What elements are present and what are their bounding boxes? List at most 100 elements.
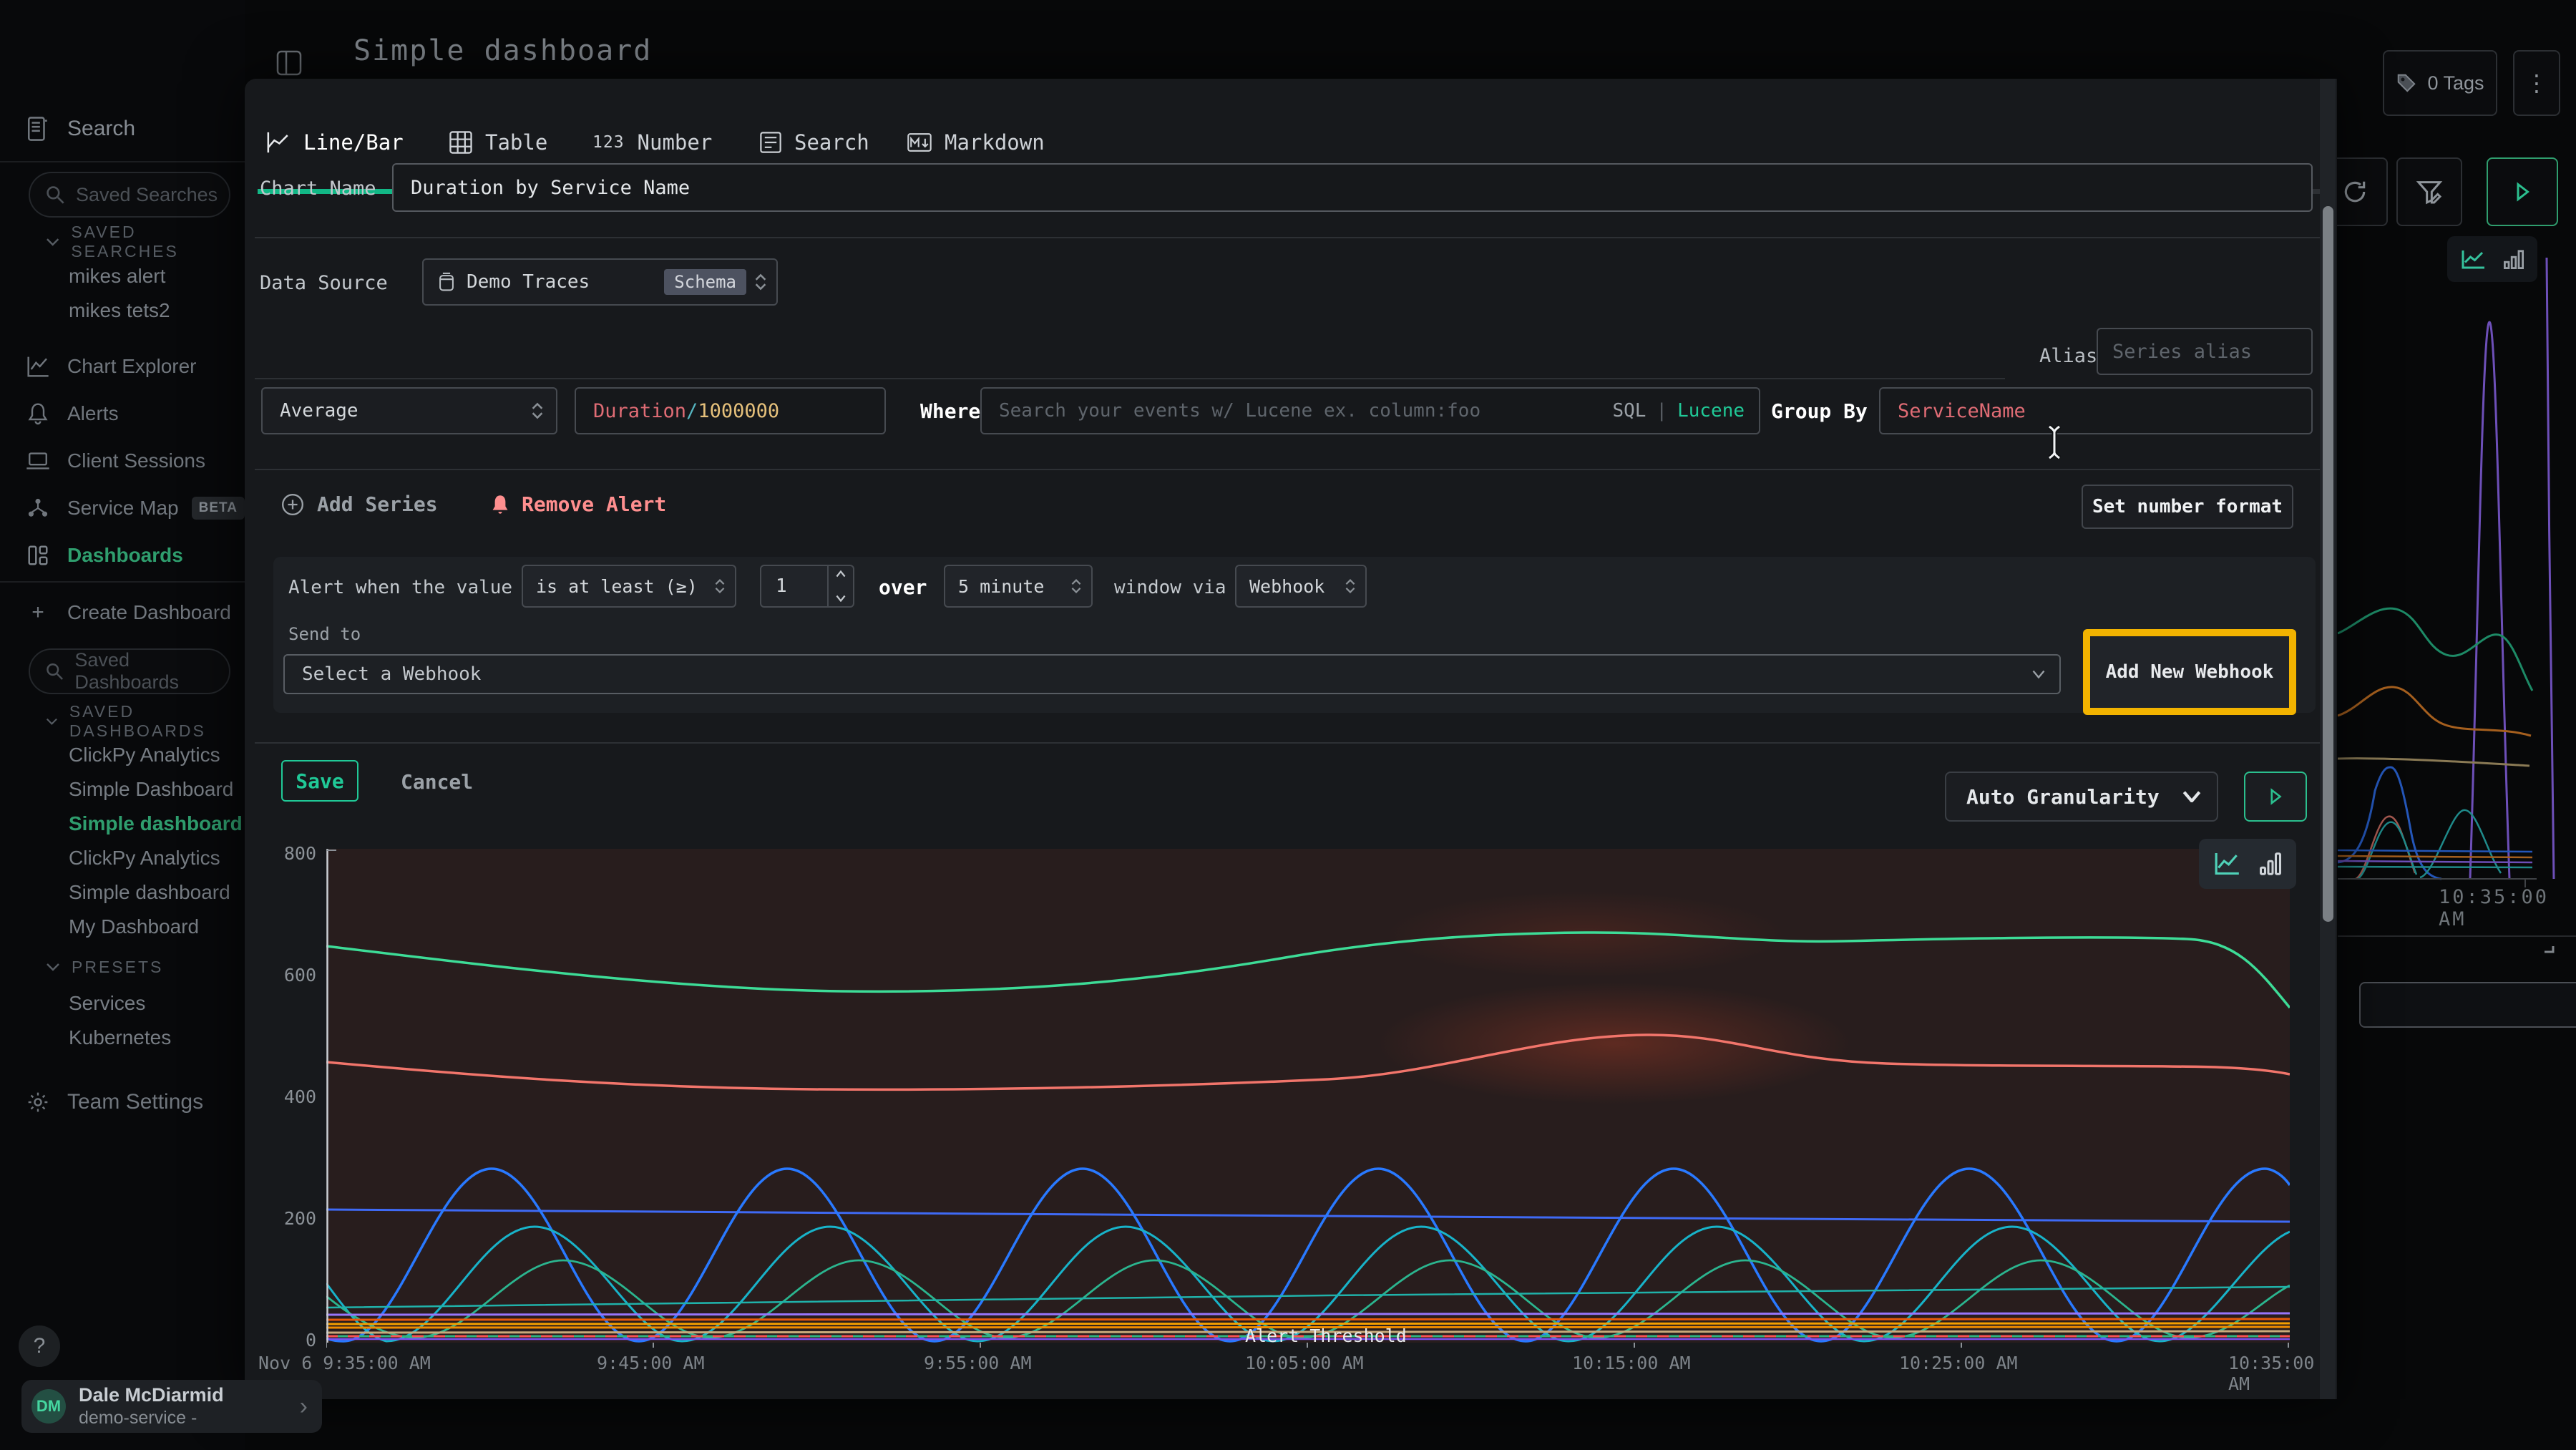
alias-input[interactable]: Series alias <box>2097 328 2313 375</box>
cancel-button[interactable]: Cancel <box>401 770 473 794</box>
saved-dashboard-item[interactable]: ClickPy Analytics <box>69 739 220 771</box>
table-icon <box>449 131 472 154</box>
saved-dashboard-item[interactable]: ClickPy Analytics <box>69 842 220 874</box>
alert-channel-select[interactable]: Webhook <box>1235 565 1367 608</box>
y-tick: 0 <box>266 1330 316 1351</box>
dashboards-icon <box>26 545 50 566</box>
number-spinner[interactable] <box>827 566 853 606</box>
saved-searches-header[interactable]: SAVED SEARCHES <box>46 229 245 255</box>
filter-button[interactable] <box>2396 157 2462 226</box>
saved-dashboards-header[interactable]: SAVED DASHBOARDS <box>46 709 245 734</box>
add-webhook-highlight[interactable]: Add New Webhook <box>2083 629 2296 715</box>
refresh-icon <box>2341 178 2368 205</box>
beta-badge: BETA <box>192 497 245 520</box>
sidebar-item-dashboards[interactable]: Dashboards <box>0 538 245 573</box>
resize-handle-icon[interactable] <box>2542 943 2556 956</box>
plus-circle-icon <box>281 493 304 516</box>
tab-number[interactable]: 123 Number <box>592 130 712 155</box>
x-tick: 9:45:00 AM <box>597 1353 705 1373</box>
saved-search-item[interactable]: mikes tets2 <box>69 295 170 326</box>
run-chart-button[interactable] <box>2244 772 2307 822</box>
alert-preview-chart[interactable] <box>326 849 2290 1348</box>
send-to-label: Send to <box>288 624 361 644</box>
saved-dashboard-item[interactable]: My Dashboard <box>69 911 199 943</box>
search-list-icon <box>760 132 781 153</box>
webhook-select[interactable]: Select a Webhook <box>283 654 2061 694</box>
kebab-menu-button[interactable]: ⋮ <box>2513 50 2560 116</box>
chevron-right-icon: › <box>300 1393 308 1421</box>
y-tick: 600 <box>266 965 316 986</box>
y-tick: 400 <box>266 1086 316 1107</box>
preset-item[interactable]: Kubernetes <box>69 1022 171 1054</box>
page-title: Simple dashboard <box>353 34 652 67</box>
user-chip[interactable]: DM Dale McDiarmid demo-service - › <box>21 1380 322 1433</box>
aggregation-select[interactable]: Average <box>261 387 557 434</box>
granularity-select[interactable]: Auto Granularity <box>1945 772 2218 822</box>
sidebar-item-search[interactable]: Search <box>0 112 245 146</box>
spinner-down-icon <box>836 595 846 602</box>
bell-icon <box>26 402 50 425</box>
tab-line-bar[interactable]: Line/Bar <box>266 130 404 155</box>
alert-bell-icon <box>490 493 510 516</box>
create-dashboard-button[interactable]: + Create Dashboard <box>0 595 245 630</box>
saved-dashboard-item[interactable]: Simple dashboard <box>69 877 230 908</box>
tab-markdown[interactable]: Markdown <box>907 130 1045 155</box>
where-label: Where <box>920 399 980 423</box>
lucene-toggle[interactable]: Lucene <box>1677 400 1745 422</box>
data-source-select[interactable]: Demo Traces Schema <box>422 258 778 306</box>
modal-divider <box>255 237 2327 238</box>
user-subtitle: demo-service - <box>79 1408 224 1429</box>
chart-name-input[interactable]: Duration by Service Name <box>392 163 2313 212</box>
x-tick: 10:15:00 AM <box>1572 1353 1691 1373</box>
saved-search-item[interactable]: mikes alert <box>69 261 165 292</box>
background-input[interactable] <box>2359 982 2576 1028</box>
line-chart-icon <box>266 131 291 154</box>
saved-dashboard-item[interactable]: Simple Dashboard <box>69 774 233 805</box>
sidebar-item-client-sessions[interactable]: Client Sessions <box>0 444 245 478</box>
markdown-icon <box>907 132 932 152</box>
set-number-format-button[interactable]: Set number format <box>2082 485 2293 529</box>
remove-alert-button[interactable]: Remove Alert <box>490 492 666 516</box>
tab-table[interactable]: Table <box>449 130 547 155</box>
saved-dashboards-input[interactable]: Saved Dashboards <box>29 648 230 694</box>
sidebar-toggle-icon[interactable] <box>276 50 302 76</box>
chart-type-toggle[interactable] <box>2199 839 2296 889</box>
run-query-button[interactable] <box>2487 157 2558 226</box>
service-map-icon <box>26 497 50 519</box>
select-chevrons-icon <box>1345 578 1355 595</box>
saved-dashboard-item-active[interactable]: Simple dashboard <box>69 808 243 840</box>
tags-button[interactable]: 0 Tags <box>2383 50 2497 116</box>
spinner-up-icon <box>836 570 846 578</box>
modal-divider <box>255 469 2327 470</box>
add-series-button[interactable]: Add Series <box>281 492 438 516</box>
sidebar-item-team-settings[interactable]: Team Settings <box>0 1085 245 1119</box>
presets-header[interactable]: PRESETS <box>46 954 163 980</box>
tag-icon <box>2396 72 2417 94</box>
add-webhook-button[interactable]: Add New Webhook <box>2106 661 2274 683</box>
alert-threshold-input[interactable]: 1 <box>760 565 854 608</box>
saved-searches-input[interactable]: Saved Searches <box>29 172 230 218</box>
modal-scrollbar-thumb[interactable] <box>2323 206 2333 922</box>
bar-chart-icon[interactable] <box>2260 852 2281 875</box>
alert-window-select[interactable]: 5 minute <box>944 565 1093 608</box>
line-chart-icon[interactable] <box>2214 852 2241 876</box>
help-button[interactable]: ? <box>19 1325 60 1367</box>
kebab-icon: ⋮ <box>2525 69 2548 97</box>
sidebar-item-alerts[interactable]: Alerts <box>0 396 245 431</box>
preset-item[interactable]: Services <box>69 988 145 1019</box>
sidebar-item-chart-explorer[interactable]: Chart Explorer <box>0 349 245 384</box>
avatar: DM <box>31 1389 66 1424</box>
sidebar-search-label: Search <box>67 117 135 141</box>
chevron-down-icon <box>46 717 58 726</box>
save-button[interactable]: Save <box>281 760 358 802</box>
sidebar-item-service-map[interactable]: Service Map BETA <box>0 491 245 525</box>
select-chevrons-icon <box>1071 578 1081 595</box>
metric-field-input[interactable]: Duration/1000000 <box>575 387 886 434</box>
tab-search[interactable]: Search <box>760 130 869 155</box>
group-by-input[interactable]: ServiceName <box>1879 387 2313 434</box>
alert-via-label: window via <box>1114 577 1226 598</box>
where-search-input[interactable]: Search your events w/ Lucene ex. column:… <box>980 387 1760 434</box>
sql-toggle[interactable]: SQL <box>1612 400 1646 422</box>
alert-condition-select[interactable]: is at least (≥) <box>522 565 736 608</box>
y-tick: 200 <box>266 1208 316 1229</box>
